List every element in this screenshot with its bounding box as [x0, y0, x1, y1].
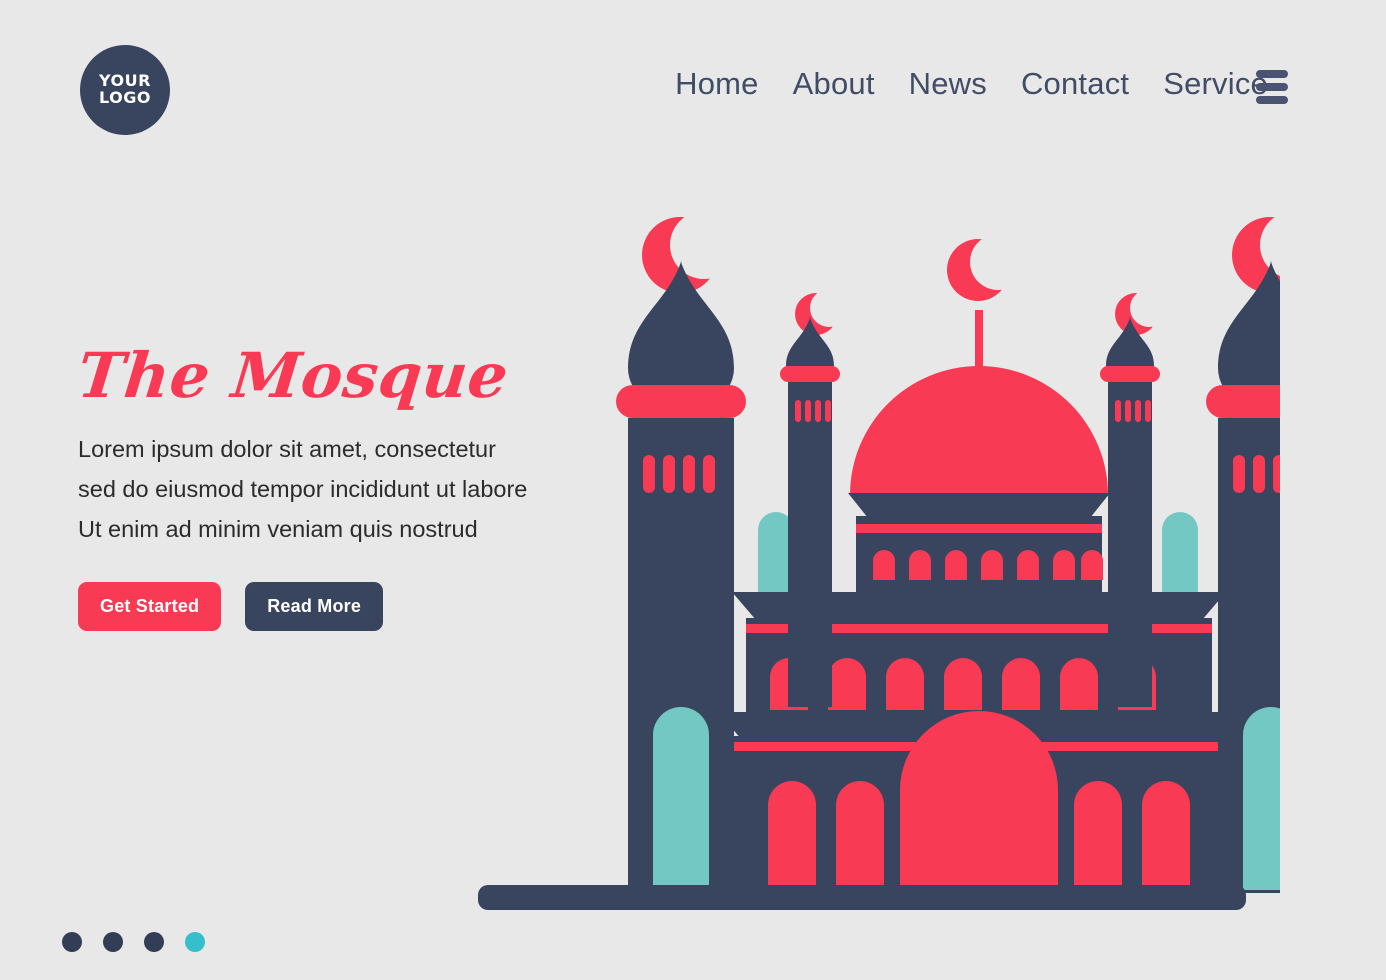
- nav-item-home[interactable]: Home: [675, 66, 759, 102]
- carousel-dot-2[interactable]: [103, 932, 123, 952]
- carousel-dots: [62, 932, 205, 952]
- site-header: YOUR LOGO Home About News Contact Servic…: [0, 0, 1386, 180]
- carousel-dot-4[interactable]: [185, 932, 205, 952]
- hamburger-bar-1: [1256, 70, 1288, 78]
- read-more-button[interactable]: Read More: [245, 581, 384, 631]
- carousel-dot-1[interactable]: [62, 932, 82, 952]
- teal-arch-right: [1243, 707, 1280, 890]
- nav-item-service[interactable]: Service: [1163, 66, 1268, 102]
- nav-item-about[interactable]: About: [793, 66, 875, 102]
- carousel-dot-3[interactable]: [144, 932, 164, 952]
- upper-cornice: [848, 493, 1110, 518]
- hamburger-icon[interactable]: [1256, 70, 1288, 104]
- main-entrance-arch: [900, 711, 1058, 890]
- nav-item-news[interactable]: News: [909, 66, 987, 102]
- logo[interactable]: YOUR LOGO: [80, 45, 170, 135]
- hamburger-bar-3: [1256, 96, 1288, 104]
- nav-item-contact[interactable]: Contact: [1021, 66, 1129, 102]
- get-started-button[interactable]: Get Started: [78, 581, 222, 631]
- teal-arch-left: [653, 707, 709, 890]
- ground-bar: [478, 885, 1246, 910]
- landing-page: YOUR LOGO Home About News Contact Servic…: [0, 0, 1386, 980]
- hamburger-bar-2: [1256, 83, 1288, 91]
- main-navigation: Home About News Contact Service: [675, 66, 1268, 102]
- logo-line-2: LOGO: [99, 88, 151, 107]
- mosque-illustration: [450, 200, 1280, 920]
